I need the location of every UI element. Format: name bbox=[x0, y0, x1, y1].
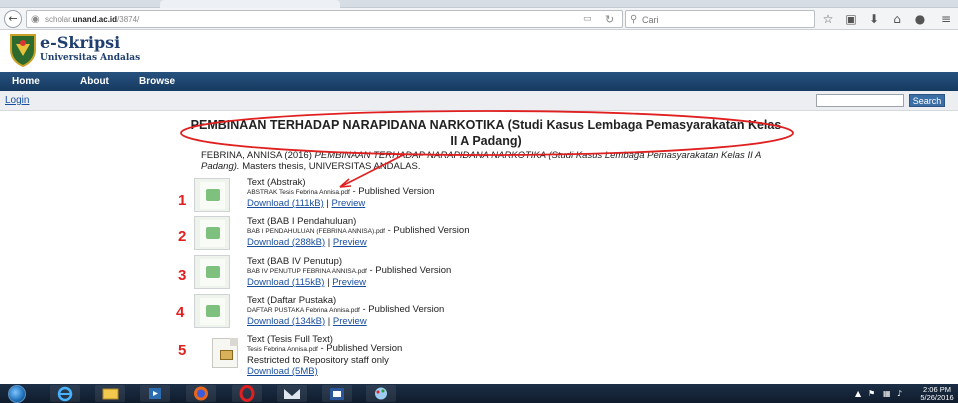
tray-arrow-icon[interactable]: ▲ bbox=[855, 389, 861, 399]
document-file: Tesis Febrina Annisa.pdf - Published Ver… bbox=[247, 343, 403, 354]
menu-icon[interactable]: ≡ bbox=[938, 11, 954, 27]
download-link[interactable]: Download (288kB) bbox=[247, 237, 325, 248]
browser-tab[interactable] bbox=[160, 0, 340, 8]
document-file: BAB I PENDAHULUAN (FEBRINA ANNISA).pdf -… bbox=[247, 225, 470, 236]
media-player-icon[interactable] bbox=[140, 385, 170, 402]
site-logo-title[interactable]: e-Skripsi bbox=[40, 34, 120, 52]
site-menu: Home About Browse bbox=[0, 72, 958, 91]
address-url[interactable]: scholar.unand.ac.id/3874/ bbox=[45, 14, 139, 26]
download-icon[interactable]: ⬇ bbox=[866, 11, 882, 27]
tray-volume-icon[interactable]: ♪ bbox=[897, 389, 902, 399]
paint-icon[interactable] bbox=[366, 385, 396, 402]
download-link[interactable]: Download (115kB) bbox=[247, 277, 324, 288]
annotation-number: 3 bbox=[178, 267, 187, 284]
document-file: DAFTAR PUSTAKA Febrina Annisa.pdf - Publ… bbox=[247, 304, 445, 315]
document-thumbnail[interactable] bbox=[194, 255, 230, 289]
download-link[interactable]: Download (5MB) bbox=[247, 366, 318, 377]
preview-link[interactable]: Preview bbox=[333, 316, 367, 327]
document-icon[interactable] bbox=[212, 338, 238, 368]
annotation-number: 1 bbox=[178, 192, 187, 209]
site-header: e-Skripsi Universitas Andalas bbox=[0, 30, 958, 72]
annotation-number: 5 bbox=[178, 342, 187, 359]
document-links: Download (134kB) | Preview bbox=[247, 316, 367, 327]
document-links: Download (115kB) | Preview bbox=[247, 277, 366, 288]
pdf-page-icon bbox=[206, 266, 220, 278]
document-thumbnail[interactable] bbox=[194, 294, 230, 328]
document-thumbnail[interactable] bbox=[194, 178, 230, 212]
menu-browse[interactable]: Browse bbox=[139, 75, 175, 88]
menu-home[interactable]: Home bbox=[12, 75, 40, 88]
pdf-page-icon bbox=[206, 189, 220, 201]
pdf-page-icon bbox=[206, 227, 220, 239]
menu-about[interactable]: About bbox=[80, 75, 109, 88]
windows-taskbar: ▲ ⚑ ▦ ♪ bbox=[0, 384, 958, 403]
login-bar: Login Search bbox=[0, 91, 958, 111]
opera-icon[interactable] bbox=[232, 385, 262, 402]
login-link[interactable]: Login bbox=[5, 95, 29, 107]
annotation-number: 4 bbox=[176, 304, 185, 321]
reader-icon[interactable]: ▭ bbox=[583, 14, 592, 25]
clipboard-icon[interactable]: ▣ bbox=[843, 11, 859, 27]
document-file: BAB IV PENUTUP FEBRINA ANNISA.pdf - Publ… bbox=[247, 265, 452, 276]
tray-network-icon[interactable]: ▦ bbox=[883, 389, 891, 399]
document-links: Download (111kB) | Preview bbox=[247, 198, 366, 209]
word-icon[interactable] bbox=[322, 385, 352, 402]
restricted-note: Restricted to Repository staff only bbox=[247, 355, 389, 366]
reload-icon[interactable]: ↻ bbox=[605, 13, 614, 26]
globe-icon: ◉ bbox=[31, 14, 40, 25]
preview-link[interactable]: Preview bbox=[332, 277, 366, 288]
back-icon[interactable]: ← bbox=[4, 10, 22, 28]
annotation-number: 2 bbox=[178, 228, 187, 245]
file-explorer-icon[interactable] bbox=[95, 385, 125, 402]
browser-tab-strip bbox=[0, 0, 958, 8]
document-thumbnail[interactable] bbox=[194, 216, 230, 250]
university-logo-icon[interactable] bbox=[8, 32, 38, 68]
site-search-input[interactable] bbox=[816, 94, 904, 107]
preview-link[interactable]: Preview bbox=[332, 198, 366, 209]
record-title: PEMBINAAN TERHADAP NARAPIDANA NARKOTIKA … bbox=[190, 118, 782, 148]
site-logo-subtitle: Universitas Andalas bbox=[40, 53, 141, 63]
search-icon: ⚲ bbox=[630, 14, 638, 25]
home-icon[interactable]: ⌂ bbox=[889, 11, 905, 27]
internet-explorer-icon[interactable] bbox=[50, 385, 80, 402]
download-link[interactable]: Download (111kB) bbox=[247, 198, 324, 209]
chat-icon[interactable]: ● bbox=[912, 11, 928, 27]
record-citation: FEBRINA, ANNISA (2016) PEMBINAAN TERHADA… bbox=[201, 150, 761, 172]
download-link[interactable]: Download (134kB) bbox=[247, 316, 325, 327]
site-search-button[interactable]: Search bbox=[909, 94, 945, 107]
firefox-icon[interactable] bbox=[186, 385, 216, 402]
document-links: Download (288kB) | Preview bbox=[247, 237, 367, 248]
address-bar[interactable]: ◉ scholar.unand.ac.id/3874/ ▭ ↻ bbox=[26, 10, 623, 28]
document-file: ABSTRAK Tesis Febrina Annisa.pdf - Publi… bbox=[247, 186, 435, 197]
browser-search-box[interactable]: ⚲ bbox=[625, 10, 815, 28]
tray-flag-icon[interactable]: ⚑ bbox=[868, 389, 875, 399]
preview-link[interactable]: Preview bbox=[333, 237, 367, 248]
pdf-page-icon bbox=[206, 305, 220, 317]
mail-icon[interactable] bbox=[277, 385, 307, 402]
windows-start-icon[interactable] bbox=[8, 385, 26, 403]
screen: ← ◉ scholar.unand.ac.id/3874/ ▭ ↻ ⚲ ☆ ▣ … bbox=[0, 0, 958, 403]
browser-toolbar: ← ◉ scholar.unand.ac.id/3874/ ▭ ↻ ⚲ ☆ ▣ … bbox=[0, 8, 958, 30]
taskbar-clock[interactable]: 2:06 PM 5/26/2016 bbox=[918, 386, 956, 402]
document-links: Download (5MB) bbox=[247, 366, 318, 377]
image-file-icon bbox=[220, 350, 233, 360]
browser-search-input[interactable] bbox=[642, 13, 802, 26]
star-icon[interactable]: ☆ bbox=[820, 11, 836, 27]
